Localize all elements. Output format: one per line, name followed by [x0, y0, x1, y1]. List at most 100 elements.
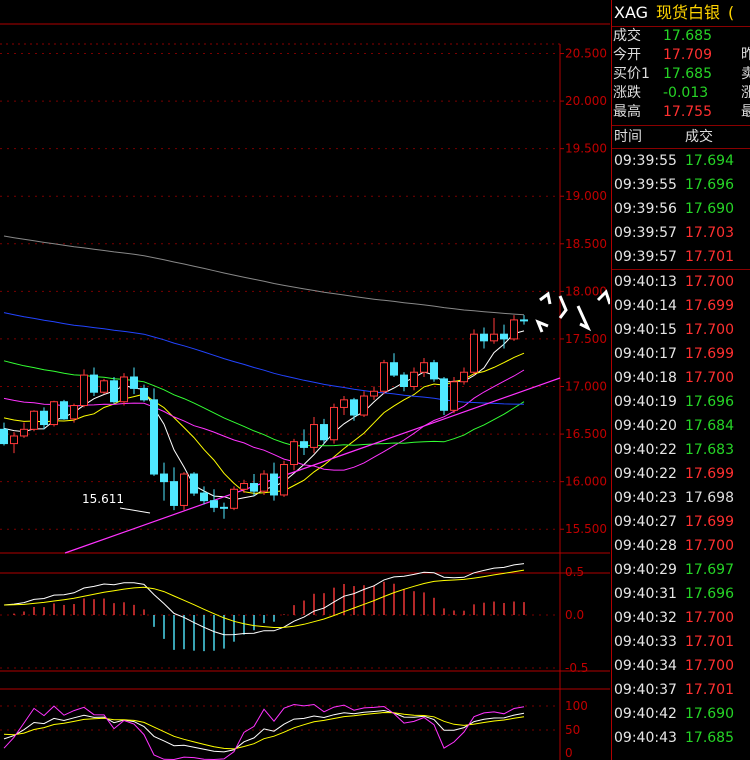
candle-body — [70, 405, 78, 420]
tick-time: 09:40:14 — [614, 298, 677, 314]
candle-body — [40, 410, 48, 426]
tick-row: 09:40:31 17.696 — [612, 582, 750, 606]
symbol-code: XAG — [614, 3, 649, 22]
tick-time: 09:39:55 — [614, 177, 677, 193]
tick-price: 17.699 — [685, 298, 734, 314]
candle-body — [460, 371, 468, 383]
tick-row: 09:40:29 17.697 — [612, 558, 750, 582]
kdj-axis-label: 100 — [565, 699, 588, 713]
tick-time: 09:39:57 — [614, 249, 677, 265]
ticks-header-time: 时间 — [614, 129, 642, 145]
candle-body — [10, 435, 18, 445]
tick-row: 09:40:27 17.699 — [612, 510, 750, 534]
symbol-trail: ( — [728, 3, 735, 22]
candle-body — [420, 362, 428, 373]
price-axis-label: 17.000 — [565, 380, 607, 394]
candle-body — [100, 380, 108, 393]
price-axis-label: 16.000 — [565, 475, 607, 489]
tick-row: 09:39:57 17.701 — [612, 245, 750, 269]
candle-body — [490, 333, 498, 342]
tick-price: 17.700 — [685, 538, 734, 554]
candle-body — [500, 333, 508, 340]
tick-time: 09:40:15 — [614, 322, 677, 338]
candle-body — [30, 410, 38, 430]
candle-body — [160, 473, 168, 483]
tick-price: 17.703 — [685, 225, 734, 241]
tick-list[interactable]: 09:39:55 17.694 09:39:55 17.696 09:39:56 17.6… — [612, 149, 750, 750]
candle-body — [110, 380, 118, 403]
candle-body — [20, 428, 28, 437]
quote-row: 买价1 17.685 卖 — [612, 65, 750, 84]
candle-body — [390, 362, 398, 376]
quote-extra: 涨 — [741, 85, 750, 101]
candle-body — [480, 333, 488, 342]
tick-time: 09:40:18 — [614, 370, 677, 386]
quote-value: -0.013 — [663, 85, 709, 101]
tick-row: 09:40:28 17.700 — [612, 534, 750, 558]
macd-axis-label: 0.5 — [565, 565, 584, 579]
tick-price: 17.699 — [685, 346, 734, 362]
candle-body — [290, 441, 298, 466]
tick-row: 09:40:13 17.700 — [612, 269, 750, 294]
tick-time: 09:40:33 — [614, 634, 677, 650]
tick-row: 09:39:57 17.703 — [612, 221, 750, 245]
tick-row: 09:40:15 17.700 — [612, 318, 750, 342]
symbol-header[interactable]: XAG 现货白银 ( — [612, 0, 750, 27]
tick-row: 09:40:22 17.699 — [612, 462, 750, 486]
candle-body — [190, 473, 198, 494]
candle-body — [120, 376, 128, 403]
tick-price: 17.700 — [685, 658, 734, 674]
candle-body — [180, 473, 188, 506]
kline-chart-panel[interactable]: 20.500 20.000 19.500 19.000 18.500 18.000 17.5… — [0, 0, 610, 760]
candle-body — [360, 395, 368, 416]
quote-sidebar: XAG 现货白银 ( 成交 17.685 今开 17.709 昨买价1 17.685 卖涨跌 -0… — [611, 0, 750, 760]
candle-body — [220, 506, 228, 509]
tick-row: 09:39:55 17.696 — [612, 173, 750, 197]
candle-body — [250, 483, 258, 492]
quote-value: 17.685 — [663, 66, 712, 82]
tick-time: 09:40:42 — [614, 706, 677, 722]
tick-time: 09:39:57 — [614, 225, 677, 241]
candle-body — [380, 362, 388, 392]
tick-time: 09:40:31 — [614, 586, 677, 602]
quote-value: 17.755 — [663, 104, 712, 120]
candle-body — [410, 371, 418, 388]
macd-axis-label: 0.0 — [565, 608, 584, 622]
candle-body — [430, 362, 438, 380]
candle-body — [450, 381, 458, 411]
tick-price: 17.701 — [685, 249, 734, 265]
price-axis-label: 15.500 — [565, 522, 607, 536]
tick-row: 09:39:55 17.694 — [612, 149, 750, 173]
quote-row: 涨跌 -0.013 涨 — [612, 84, 750, 103]
candle-body — [440, 378, 448, 411]
tick-time: 09:40:22 — [614, 442, 677, 458]
tick-time: 09:40:32 — [614, 610, 677, 626]
tick-price: 17.685 — [685, 730, 734, 746]
candle-body — [310, 424, 318, 448]
tick-price: 17.683 — [685, 442, 734, 458]
tick-row: 09:40:43 17.685 — [612, 726, 750, 750]
tick-price: 17.700 — [685, 370, 734, 386]
tick-row: 09:40:20 17.684 — [612, 414, 750, 438]
tick-time: 09:40:37 — [614, 682, 677, 698]
price-axis-label: 18.500 — [565, 237, 607, 251]
kdj-axis-label: 0 — [565, 746, 573, 760]
kline-chart[interactable]: 20.50020.00019.50019.00018.50018.00017.5… — [0, 0, 610, 760]
tick-price: 17.699 — [685, 514, 734, 530]
tick-time: 09:40:13 — [614, 274, 677, 290]
quote-extra: 昨 — [741, 47, 750, 63]
tick-price: 17.701 — [685, 634, 734, 650]
tick-time: 09:40:17 — [614, 346, 677, 362]
tick-row: 09:40:14 17.699 — [612, 294, 750, 318]
candle-body — [350, 399, 358, 416]
price-axis-label: 19.000 — [565, 189, 607, 203]
price-axis-label: 16.500 — [565, 427, 607, 441]
tick-time: 09:40:27 — [614, 514, 677, 530]
price-axis-label: 19.500 — [565, 142, 607, 156]
price-axis-label: 20.500 — [565, 47, 607, 61]
candle-body — [50, 401, 58, 426]
candle-body — [0, 428, 8, 445]
candle-body — [300, 441, 308, 448]
ticks-header: 时间 成交 — [612, 125, 750, 149]
candle-body — [80, 374, 88, 407]
